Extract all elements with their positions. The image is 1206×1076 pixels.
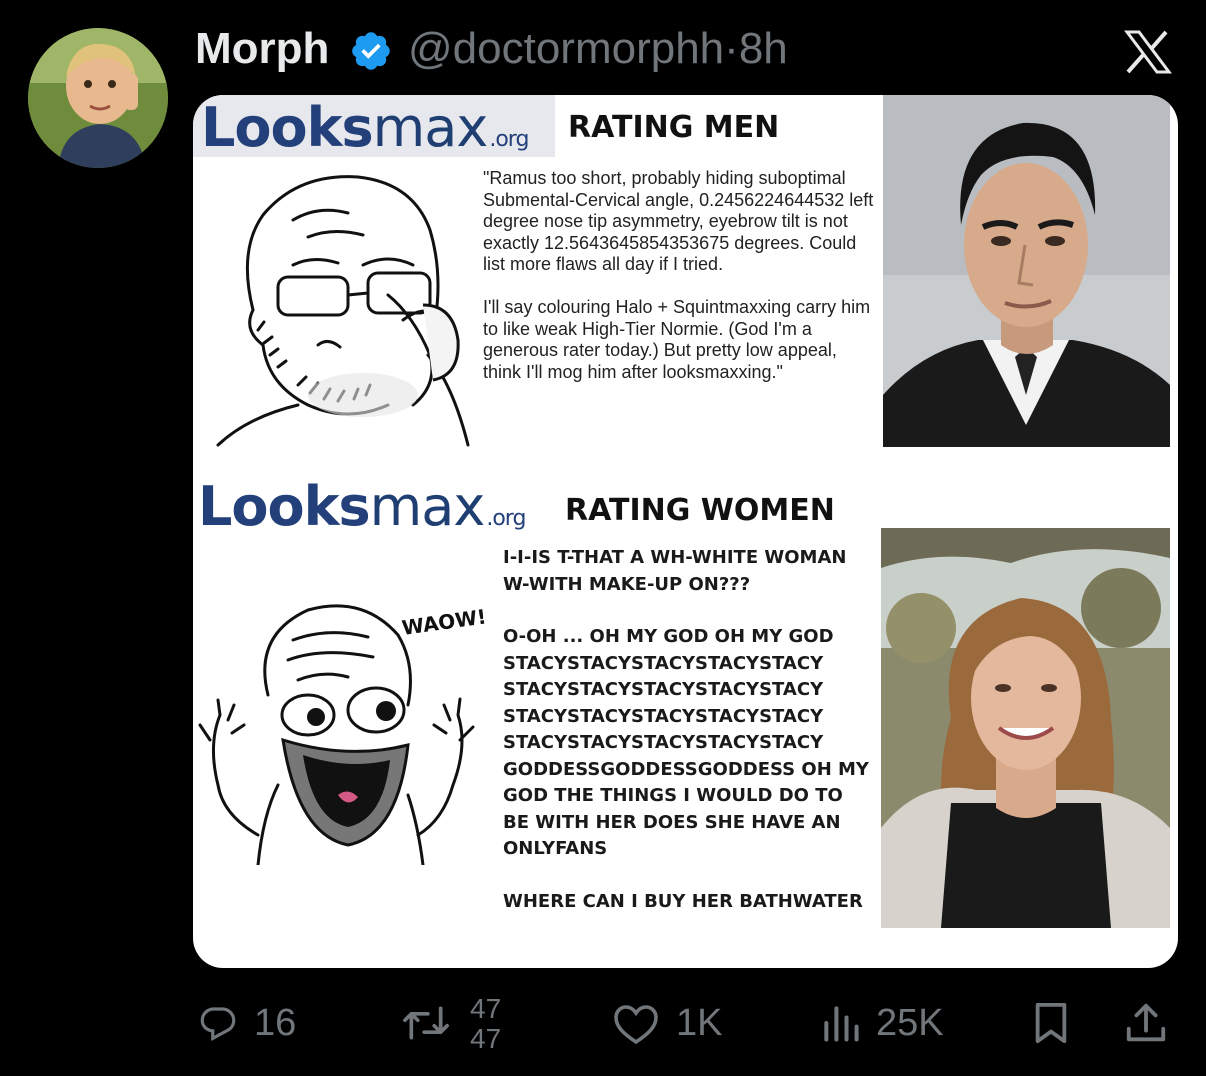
repost-icon — [403, 1006, 449, 1040]
avatar-image — [28, 28, 168, 168]
shout-paragraph-1: I-I-IS T-THAT A WH-WHITE WOMAN W-WITH MA… — [503, 547, 847, 595]
author-handle[interactable]: @doctormorphh — [408, 24, 724, 73]
tweet-media-image[interactable]: Looksmax.org RATING MEN "Ramus too short… — [193, 95, 1178, 968]
separator-dot: · — [724, 24, 739, 73]
glasses-wojak-drawing — [216, 175, 470, 447]
waow-caption: WAOW! — [400, 604, 487, 640]
looksmax-logo-bottom: Looksmax.org — [198, 475, 526, 538]
author-name[interactable]: Morph — [195, 24, 329, 74]
share-icon — [1126, 1003, 1166, 1042]
rating-men-quote: "Ramus too short, probably hiding subopt… — [483, 168, 878, 404]
views-chart-icon — [824, 1006, 859, 1042]
bookmark-icon — [1035, 1002, 1067, 1044]
quote-paragraph-1: "Ramus too short, probably hiding subopt… — [483, 168, 874, 275]
man-portrait-photo — [883, 95, 1170, 447]
rating-women-text: I-I-IS T-THAT A WH-WHITE WOMAN W-WITH MA… — [503, 545, 873, 941]
reply-button[interactable]: 16 — [196, 998, 296, 1048]
repost-button[interactable] — [396, 998, 456, 1048]
views-button[interactable]: 25K — [820, 998, 944, 1048]
quote-paragraph-2: I'll say colouring Halo + Squintmaxxing … — [483, 296, 871, 382]
heart-icon — [614, 1005, 658, 1045]
logo-domain: .org — [486, 506, 526, 531]
logo-rest-part: max — [372, 96, 489, 159]
looksmax-logo-top: Looksmax.org — [201, 96, 529, 159]
logo-bold-part: Looks — [198, 475, 371, 538]
like-count: 1K — [676, 1001, 723, 1044]
shout-paragraph-2: O-OH ... OH MY GOD OH MY GOD STACYSTACYS… — [503, 626, 869, 859]
woman-portrait-photo — [881, 528, 1170, 928]
x-logo-icon[interactable] — [1122, 30, 1174, 74]
logo-domain: .org — [489, 127, 529, 152]
logo-rest-part: max — [369, 475, 486, 538]
shout-paragraph-3: WHERE CAN I BUY HER BATHWATER — [503, 890, 863, 912]
rating-women-heading: RATING WOMEN — [565, 493, 835, 528]
verified-badge-icon — [352, 32, 390, 70]
repost-count-next: 47 — [470, 1023, 502, 1051]
tweet-timestamp[interactable]: 8h — [739, 24, 788, 73]
author-handle-and-time[interactable]: @doctormorphh·8h — [408, 24, 788, 74]
reply-count: 16 — [254, 1001, 297, 1044]
views-count: 25K — [876, 1001, 944, 1044]
logo-bold-part: Looks — [201, 96, 374, 159]
share-button[interactable] — [1122, 998, 1170, 1048]
like-button[interactable]: 1K — [610, 998, 722, 1048]
repost-count-current: 47 — [470, 994, 502, 1024]
reply-icon — [200, 1007, 236, 1042]
rating-men-heading: RATING MEN — [568, 110, 780, 145]
bookmark-button[interactable] — [1030, 998, 1072, 1048]
repost-count: 47 47 — [470, 994, 516, 1050]
author-avatar[interactable] — [28, 28, 168, 168]
soyjak-drawing: WAOW! — [198, 604, 488, 865]
